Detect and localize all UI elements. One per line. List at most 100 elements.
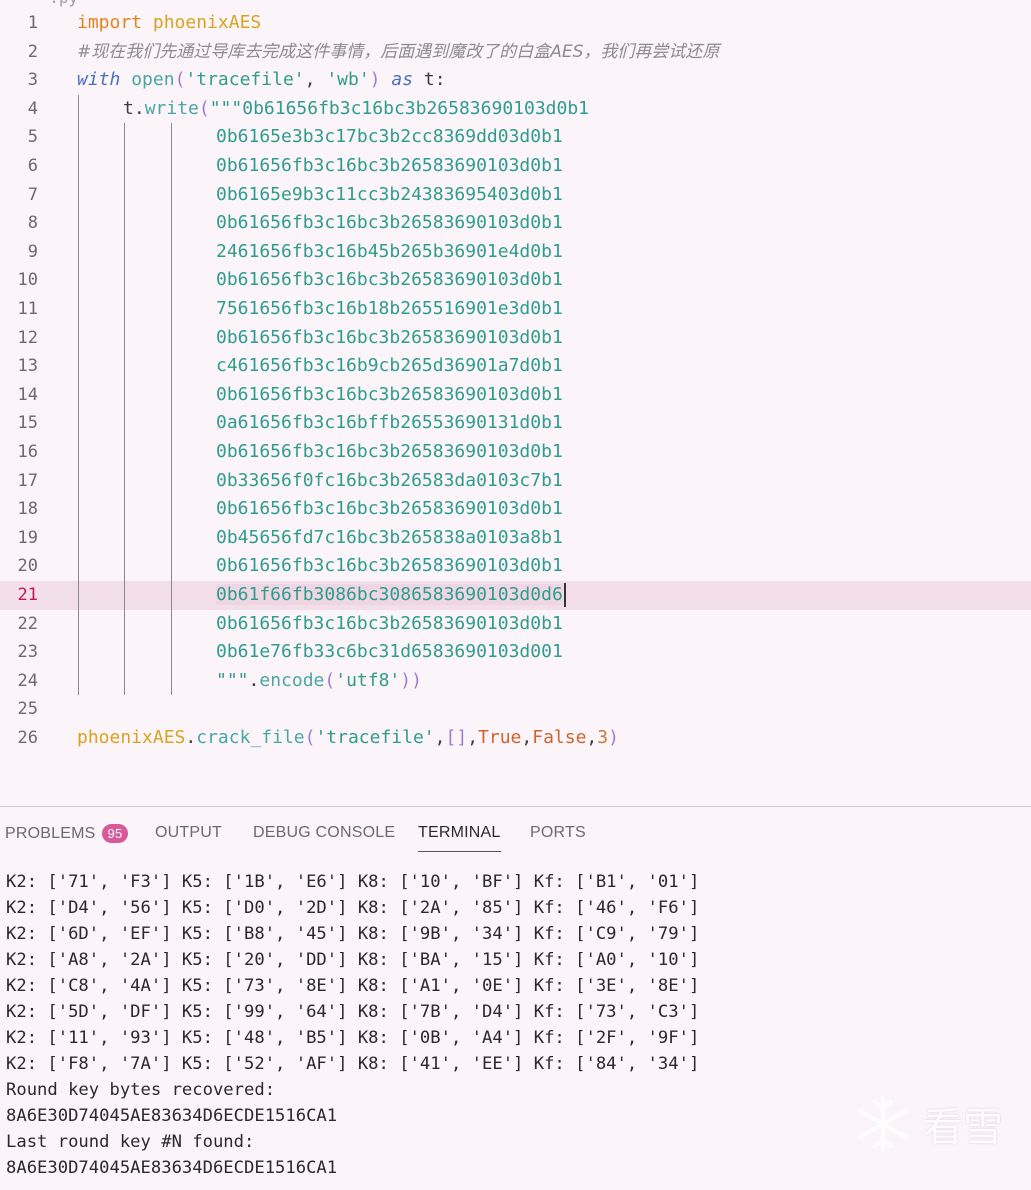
code-text[interactable]: 2461656fb3c16b45b265b36901e4d0b1 xyxy=(216,238,563,267)
code-line[interactable]: 18 0b61656fb3c16bc3b26583690103d0b1 xyxy=(0,495,1031,524)
code-text[interactable]: 0b6165e9b3c11cc3b24383695403d0b1 xyxy=(216,181,563,210)
code-token: . xyxy=(185,727,197,748)
code-token: """0b61656fb3c16bc3b26583690103d0b1 xyxy=(209,97,590,119)
code-line[interactable]: 11 7561656fb3c16b18b265516901e3d0b1 xyxy=(0,295,1031,324)
code-text[interactable]: #现在我们先通过导库去完成这件事情，后面遇到魔改了的白盒AES，我们再尝试还原 xyxy=(77,38,719,67)
code-text[interactable]: 0b6165e3b3c17bc3b2cc8369dd03d0b1 xyxy=(216,123,563,152)
code-token: ) xyxy=(608,727,619,748)
code-line[interactable]: 5 0b6165e3b3c17bc3b2cc8369dd03d0b1 xyxy=(0,123,1031,152)
code-token: 3 xyxy=(597,727,609,748)
code-line[interactable]: 21 0b61f66fb3086bc3086583690103d0d6 xyxy=(0,581,1031,610)
code-text[interactable]: 0b61656fb3c16bc3b26583690103d0b1 xyxy=(216,381,563,410)
code-token: with xyxy=(77,69,121,91)
line-number: 13 xyxy=(17,356,38,377)
code-token: False xyxy=(532,727,587,748)
code-line[interactable]: 9 2461656fb3c16b45b265b36901e4d0b1 xyxy=(0,238,1031,267)
tab-output[interactable]: OUTPUT xyxy=(155,824,222,842)
code-line[interactable]: 17 0b33656f0fc16bc3b26583da0103c7b1 xyxy=(0,467,1031,496)
code-text[interactable]: c461656fb3c16b9cb265d36901a7d0b1 xyxy=(216,352,563,381)
terminal-line: 8A6E30D74045AE83634D6ECDE1516CA1 xyxy=(6,1158,338,1178)
line-number: 21 xyxy=(17,585,38,605)
code-token: 0b61656fb3c16bc3b26583690103d0b1 xyxy=(216,441,563,462)
snowflake-icon xyxy=(858,1096,908,1152)
line-number: 11 xyxy=(17,299,38,319)
code-line[interactable]: 26 phoenixAES.crack_file('tracefile',[],T… xyxy=(0,724,1031,753)
code-line[interactable]: 15 0a61656fb3c16bffb26553690131d0b1 xyxy=(0,409,1031,438)
code-token: 0a61656fb3c16bffb26553690131d0b1 xyxy=(216,412,563,434)
code-text[interactable]: 0b61656fb3c16bc3b26583690103d0b1 xyxy=(216,209,563,238)
tab-debug-console[interactable]: DEBUG CONSOLE xyxy=(253,824,395,842)
code-line[interactable]: 20 0b61656fb3c16bc3b26583690103d0b1 xyxy=(0,552,1031,581)
code-text[interactable]: with open('tracefile', 'wb') as t: xyxy=(77,66,446,95)
code-line[interactable]: 25 xyxy=(0,695,1031,724)
code-text[interactable]: 0b61656fb3c16bc3b26583690103d0b1 xyxy=(216,266,563,295)
scrolled-line-fragment: · .py xyxy=(30,0,78,7)
code-text[interactable]: 0b33656f0fc16bc3b26583da0103c7b1 xyxy=(216,467,563,496)
code-token: 0b45656fd7c16bc3b265838a0103a8b1 xyxy=(216,526,563,548)
code-line[interactable]: 4 t.write("""0b61656fb3c16bc3b26583690103… xyxy=(0,95,1031,124)
code-line[interactable]: 23 0b61e76fb33c6bc31d6583690103d001 xyxy=(0,638,1031,667)
indent-guide xyxy=(78,94,79,696)
line-number: 24 xyxy=(17,670,38,691)
code-line[interactable]: 2 #现在我们先通过导库去完成这件事情，后面遇到魔改了的白盒AES，我们再尝试还原 xyxy=(0,38,1031,67)
tab-problems[interactable]: PROBLEMS 95 xyxy=(5,824,129,843)
tab-label: DEBUG CONSOLE xyxy=(253,824,396,841)
code-line[interactable]: 12 0b61656fb3c16bc3b26583690103d0b1 xyxy=(0,324,1031,353)
code-text[interactable]: 0b61656fb3c16bc3b26583690103d0b1 xyxy=(216,610,563,639)
code-text[interactable]: 0b61e76fb33c6bc31d6583690103d001 xyxy=(216,638,563,667)
code-text[interactable]: 0b45656fd7c16bc3b265838a0103a8b1 xyxy=(216,524,563,553)
terminal-line: K2: ['C8', '4A'] K5: ['73', '8E'] K8: ['… xyxy=(6,976,700,996)
code-text[interactable]: 0a61656fb3c16bffb26553690131d0b1 xyxy=(216,409,563,438)
code-token: 'tracefile' xyxy=(185,69,305,91)
code-token: 0b61656fb3c16bc3b26583690103d0b1 xyxy=(216,498,563,520)
code-text[interactable]: 7561656fb3c16b18b265516901e3d0b1 xyxy=(216,295,563,324)
code-token: phoenixAES xyxy=(77,727,186,748)
line-number: 7 xyxy=(27,184,38,205)
code-text[interactable]: t.write("""0b61656fb3c16bc3b26583690103d… xyxy=(123,95,589,124)
tab-label: OUTPUT xyxy=(155,824,222,841)
code-token: 'tracefile' xyxy=(315,727,435,748)
code-token: ( xyxy=(198,97,210,119)
code-line[interactable]: 1 import phoenixAES xyxy=(0,9,1031,38)
line-number: 8 xyxy=(27,213,38,234)
code-line[interactable]: 8 0b61656fb3c16bc3b26583690103d0b1 xyxy=(0,209,1031,238)
code-token: . xyxy=(248,669,260,691)
code-token: t: xyxy=(413,69,446,91)
code-text[interactable]: 0b61656fb3c16bc3b26583690103d0b1 xyxy=(216,495,563,524)
watermark: 看雪 xyxy=(853,1094,1003,1154)
code-line[interactable]: 3 with open('tracefile', 'wb') as t: xyxy=(0,66,1031,95)
terminal-line: K2: ['71', 'F3'] K5: ['1B', 'E6'] K8: ['… xyxy=(6,872,700,892)
line-number: 15 xyxy=(17,413,38,434)
terminal-output[interactable]: K2: ['71', 'F3'] K5: ['1B', 'E6'] K8: ['… xyxy=(6,869,699,1181)
code-token: encode xyxy=(259,669,325,691)
code-line[interactable]: 7 0b6165e9b3c11cc3b24383695403d0b1 xyxy=(0,181,1031,210)
code-text[interactable]: """.encode('utf8')) xyxy=(216,667,422,696)
code-text[interactable]: 0b61656fb3c16bc3b26583690103d0b1 xyxy=(216,552,563,581)
tab-ports[interactable]: PORTS xyxy=(530,824,586,842)
tab-terminal[interactable]: TERMINAL xyxy=(418,824,501,852)
code-line[interactable]: 22 0b61656fb3c16bc3b26583690103d0b1 xyxy=(0,610,1031,639)
code-text[interactable]: phoenixAES.crack_file('tracefile',[],Tru… xyxy=(77,724,619,753)
code-line[interactable]: 24 """.encode('utf8')) xyxy=(0,667,1031,696)
line-number: 16 xyxy=(17,442,38,462)
indent-guide xyxy=(124,123,125,696)
code-text[interactable]: 0b61f66fb3086bc3086583690103d0d6 xyxy=(216,581,566,610)
code-text[interactable]: 0b61656fb3c16bc3b26583690103d0b1 xyxy=(216,438,563,467)
code-line[interactable]: 13 c461656fb3c16b9cb265d36901a7d0b1 xyxy=(0,352,1031,381)
terminal-line: Last round key #N found: xyxy=(6,1132,255,1152)
code-line[interactable]: 19 0b45656fd7c16bc3b265838a0103a8b1 xyxy=(0,524,1031,553)
code-text[interactable]: 0b61656fb3c16bc3b26583690103d0b1 xyxy=(216,324,563,353)
terminal-line: K2: ['5D', 'DF'] K5: ['99', '64'] K8: ['… xyxy=(6,1002,700,1022)
code-token: ( xyxy=(304,727,316,748)
code-token: ) xyxy=(400,669,412,691)
code-editor[interactable]: · .py 1 import phoenixAES 2 #现在我们先通过导库去完成这件… xyxy=(0,0,1031,806)
code-text[interactable]: import phoenixAES xyxy=(77,9,261,38)
code-line[interactable]: 10 0b61656fb3c16bc3b26583690103d0b1 xyxy=(0,266,1031,295)
code-text[interactable]: 0b61656fb3c16bc3b26583690103d0b1 xyxy=(216,152,563,181)
code-line[interactable]: 14 0b61656fb3c16bc3b26583690103d0b1 xyxy=(0,381,1031,410)
code-line[interactable]: 6 0b61656fb3c16bc3b26583690103d0b1 xyxy=(0,152,1031,181)
code-line[interactable]: 16 0b61656fb3c16bc3b26583690103d0b1 xyxy=(0,438,1031,467)
text-cursor xyxy=(563,583,566,607)
code-token: True xyxy=(478,727,522,748)
